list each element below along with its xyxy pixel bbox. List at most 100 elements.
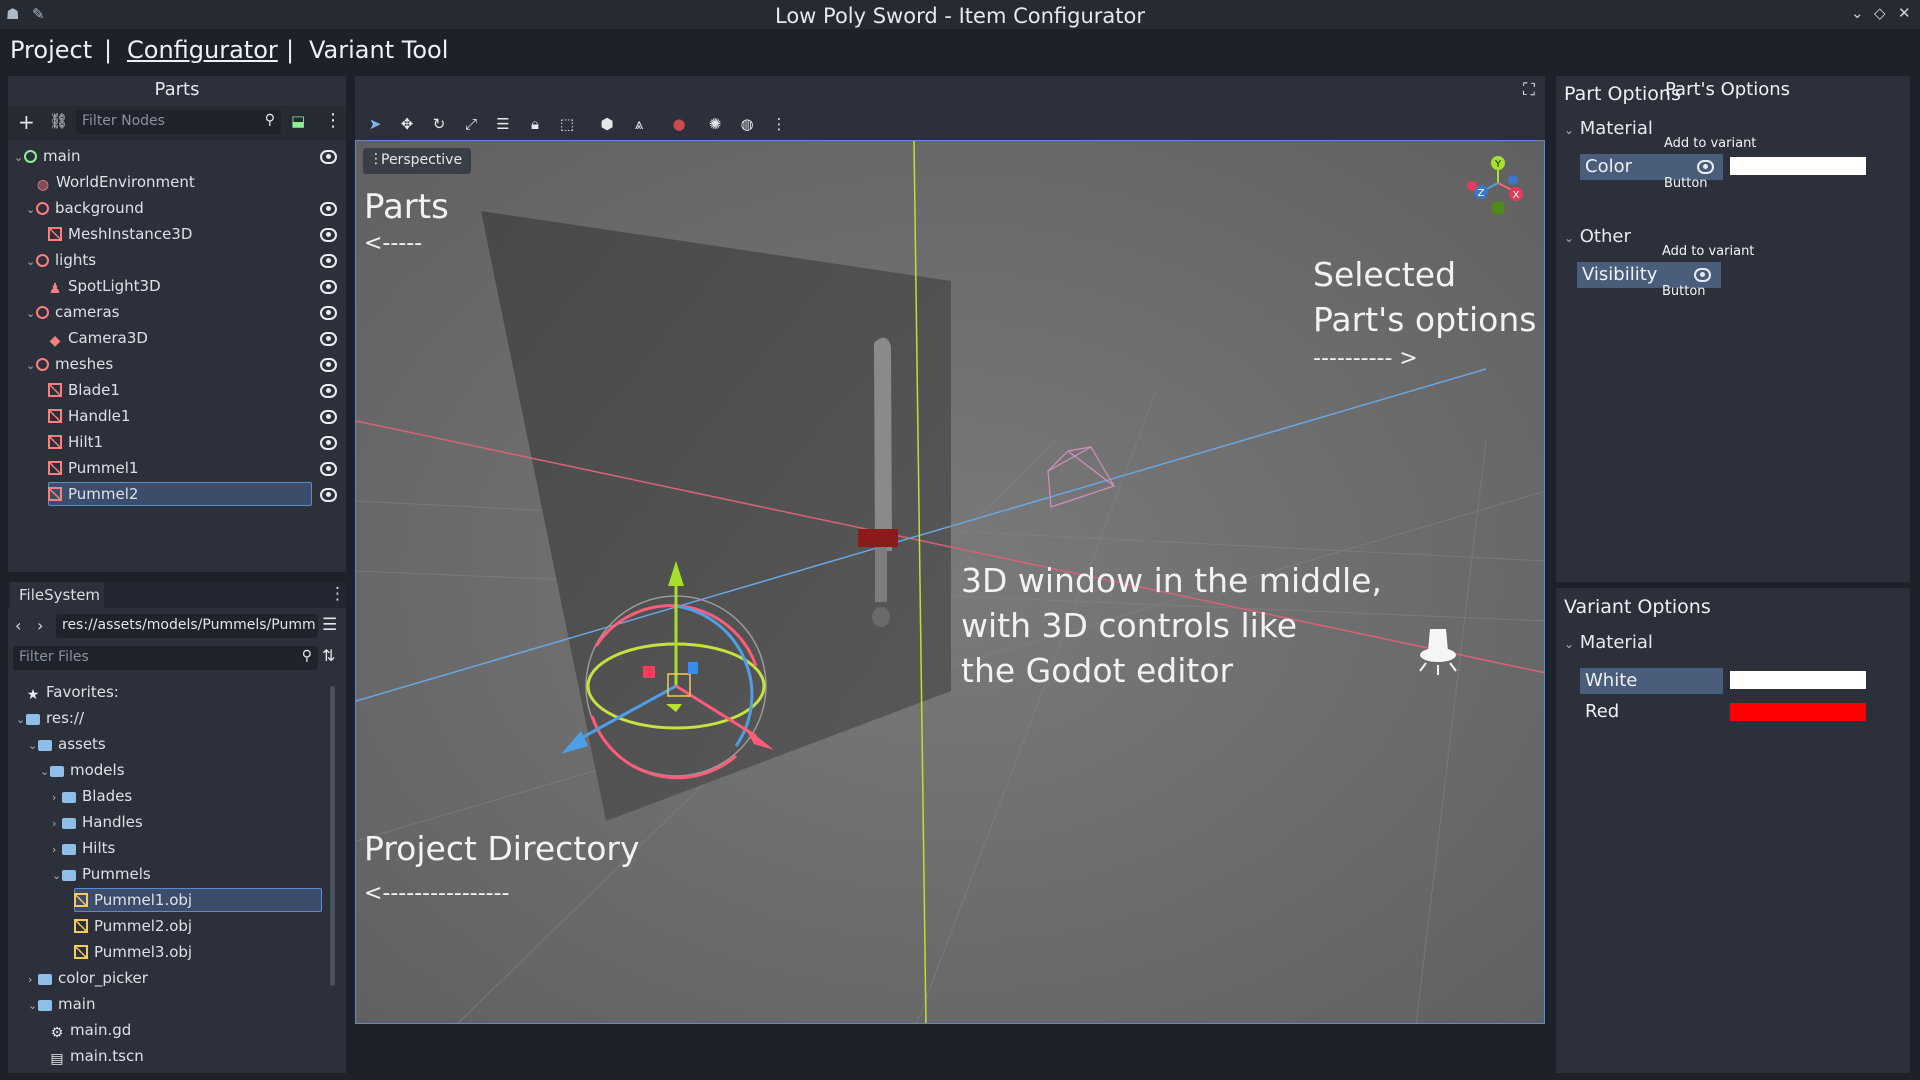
variant-material-section-header[interactable]: ⌄ Material xyxy=(1564,632,1653,653)
path-input[interactable]: res://assets/models/Pummels/Pumm xyxy=(56,614,318,638)
tree-node[interactable]: Pummel2 xyxy=(8,482,346,508)
chevron-right-icon[interactable]: › xyxy=(52,817,62,830)
chevron-down-icon[interactable]: ⌄ xyxy=(28,739,38,752)
chevron-down-icon[interactable]: ⌄ xyxy=(16,713,26,726)
visibility-eye-icon[interactable] xyxy=(320,306,337,320)
color-swatch[interactable] xyxy=(1730,157,1866,175)
variant-white-button[interactable]: White xyxy=(1580,668,1723,694)
instance-scene-icon[interactable]: ⬓ xyxy=(291,112,305,130)
tree-node[interactable]: Blade1 xyxy=(8,378,346,404)
tree-node[interactable]: ⌄ background xyxy=(8,196,346,222)
tree-node[interactable]: Pummel1 xyxy=(8,456,346,482)
file-tree-item[interactable]: › color_picker xyxy=(8,966,334,992)
rotate-tool-icon[interactable]: ↻ xyxy=(429,114,449,134)
visibility-eye-icon[interactable] xyxy=(320,436,337,450)
tree-node[interactable]: Hilt1 xyxy=(8,430,346,456)
sort-icon[interactable]: ⇅ xyxy=(322,646,335,665)
chevron-down-icon[interactable]: ⌄ xyxy=(26,255,36,268)
maximize-icon[interactable]: ◇ xyxy=(1874,4,1886,22)
variant-white-swatch[interactable] xyxy=(1730,671,1866,689)
chevron-down-icon[interactable]: ⌄ xyxy=(52,869,62,882)
chevron-right-icon[interactable]: › xyxy=(28,973,38,986)
visibility-eye-icon[interactable] xyxy=(320,488,337,502)
tree-node[interactable]: ◆ Camera3D xyxy=(8,326,346,352)
file-tree-item[interactable]: ⌄ models xyxy=(8,758,334,784)
file-tree-item[interactable]: ⌄ Pummels xyxy=(8,862,334,888)
variant-red-button[interactable]: Red xyxy=(1580,699,1723,725)
filesystem-tab[interactable]: FileSystem xyxy=(10,582,104,608)
add-node-icon[interactable]: + xyxy=(18,110,35,134)
tree-node[interactable]: ♟ SpotLight3D xyxy=(8,274,346,300)
tree-node[interactable]: ◍ WorldEnvironment xyxy=(8,170,346,196)
chevron-right-icon[interactable]: › xyxy=(52,791,62,804)
visibility-eye-icon[interactable] xyxy=(320,228,337,242)
menu-configurator[interactable]: Configurator xyxy=(127,36,278,64)
list-select-icon[interactable]: ☰ xyxy=(493,114,513,134)
scale-tool-icon[interactable]: ⤢ xyxy=(461,114,481,134)
material-section-header[interactable]: ⌄ Material xyxy=(1564,118,1653,139)
file-tree-item[interactable]: ★ Favorites: xyxy=(8,680,334,706)
file-tree-item[interactable]: › Handles xyxy=(8,810,334,836)
file-tree-item[interactable]: Pummel1.obj xyxy=(8,888,334,914)
tree-node[interactable]: ⌄ lights xyxy=(8,248,346,274)
viewport-3d[interactable]: Y Z X ⋮ Perspective Parts <----- Selecte… xyxy=(355,140,1545,1024)
tree-node[interactable]: ⌄ main xyxy=(8,144,346,170)
dock-options-icon[interactable]: ⋮ xyxy=(329,584,346,604)
select-tool-icon[interactable]: ➤ xyxy=(365,114,385,134)
other-section-header[interactable]: ⌄ Other xyxy=(1564,226,1631,247)
chevron-down-icon[interactable]: ⌄ xyxy=(40,765,50,778)
visibility-eye-icon[interactable] xyxy=(320,254,337,268)
chevron-down-icon[interactable]: ⌄ xyxy=(26,203,36,216)
more-options-icon[interactable]: ⋮ xyxy=(769,114,789,134)
move-tool-icon[interactable]: ✥ xyxy=(397,114,417,134)
chevron-down-icon[interactable]: ⌄ xyxy=(26,359,36,372)
split-view-icon[interactable]: ☰ xyxy=(322,615,337,635)
visibility-eye-icon[interactable] xyxy=(320,462,337,476)
lock-icon[interactable]: 🔒︎ xyxy=(525,114,545,134)
forward-icon[interactable]: › xyxy=(37,616,43,635)
file-tree-item[interactable]: Pummel2.obj xyxy=(8,914,334,940)
tree-node[interactable]: MeshInstance3D xyxy=(8,222,346,248)
variant-red-swatch[interactable] xyxy=(1730,703,1866,721)
chevron-right-icon[interactable]: › xyxy=(52,843,62,856)
file-tree-item[interactable]: ⌄ res:// xyxy=(8,706,334,732)
visibility-eye-icon[interactable] xyxy=(320,150,337,164)
file-tree-item[interactable]: ▤ main.tscn xyxy=(8,1044,334,1070)
visibility-eye-icon[interactable] xyxy=(320,332,337,346)
file-tree-item[interactable]: ⌄ assets xyxy=(8,732,334,758)
perspective-button[interactable]: ⋮ Perspective xyxy=(363,148,471,174)
back-icon[interactable]: ‹ xyxy=(15,616,21,635)
link-icon[interactable]: ⛓ xyxy=(49,112,68,130)
visibility-eye-icon[interactable] xyxy=(320,410,337,424)
chevron-down-icon[interactable]: ⌄ xyxy=(14,151,24,164)
file-tree-item[interactable]: ⌄ main xyxy=(8,992,334,1018)
menu-variant-tool[interactable]: Variant Tool xyxy=(309,36,448,64)
filesystem-scrollbar[interactable] xyxy=(330,686,335,986)
filter-files-input[interactable]: Filter Files ⚲ xyxy=(13,646,318,670)
visibility-eye-icon[interactable] xyxy=(320,202,337,216)
sun-icon[interactable]: ✺ xyxy=(705,114,725,134)
file-tree-item[interactable]: ⚙ main.gd xyxy=(8,1018,334,1044)
file-tree-item[interactable]: › Hilts xyxy=(8,836,334,862)
environment-icon[interactable]: ◍ xyxy=(737,114,757,134)
visibility-eye-icon[interactable] xyxy=(320,384,337,398)
chevron-down-icon[interactable]: ⌄ xyxy=(26,307,36,320)
more-options-icon[interactable]: ⋮ xyxy=(324,110,342,131)
menu-project[interactable]: Project xyxy=(10,36,92,64)
file-tree-item[interactable]: Pummel3.obj xyxy=(8,940,334,966)
visibility-eye-icon[interactable] xyxy=(320,280,337,294)
close-icon[interactable]: ✕ xyxy=(1898,4,1911,22)
minimize-icon[interactable]: ⌄ xyxy=(1851,4,1864,22)
tree-node[interactable]: Handle1 xyxy=(8,404,346,430)
filter-nodes-input[interactable]: Filter Nodes ⚲ xyxy=(76,110,281,134)
fullscreen-icon[interactable]: ⛶ xyxy=(1523,80,1535,100)
local-space-icon[interactable]: ⬢ xyxy=(597,114,617,134)
tree-node[interactable]: ⌄ cameras xyxy=(8,300,346,326)
group-icon[interactable]: ⬚ xyxy=(557,114,577,134)
camera-preview-icon[interactable]: ● xyxy=(669,114,689,134)
file-tree-item[interactable]: › Blades xyxy=(8,784,334,810)
visibility-eye-icon[interactable] xyxy=(320,358,337,372)
chevron-down-icon[interactable]: ⌄ xyxy=(28,999,38,1012)
snap-icon[interactable]: ⩓ xyxy=(629,114,649,134)
tree-node[interactable]: ⌄ meshes xyxy=(8,352,346,378)
